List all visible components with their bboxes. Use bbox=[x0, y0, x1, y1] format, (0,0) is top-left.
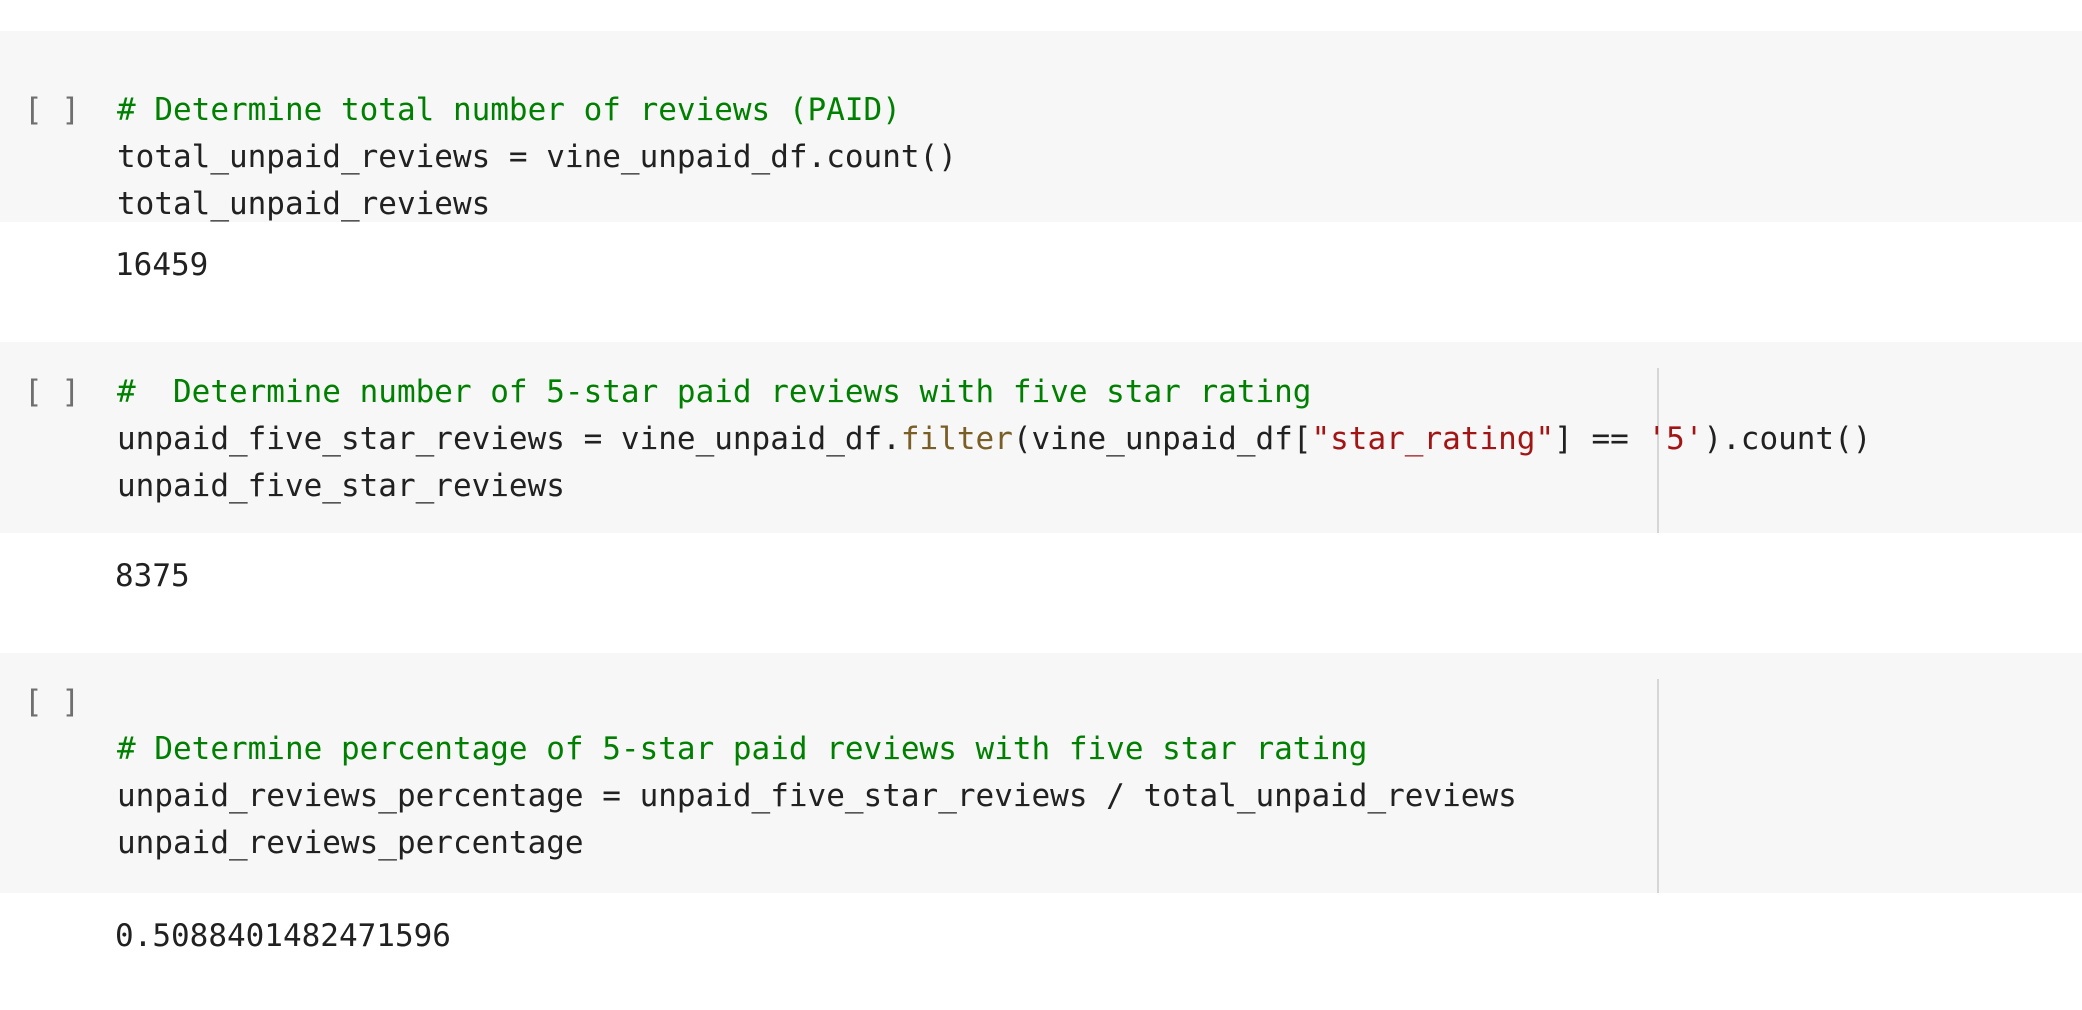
code-string-token: '5' bbox=[1647, 421, 1704, 457]
code-cell-1[interactable]: [ ] # Determine total number of reviews … bbox=[0, 31, 2082, 222]
code-token: (vine_unpaid_df[ bbox=[1012, 421, 1312, 457]
run-cell-button-3[interactable]: [ ] bbox=[24, 679, 80, 726]
cell-output-2: 8375 bbox=[115, 558, 190, 594]
code-line: unpaid_five_star_reviews bbox=[117, 468, 565, 504]
code-cell-3[interactable]: [ ] # Determine percentage of 5-star pai… bbox=[0, 653, 2082, 893]
cell-output-3: 0.5088401482471596 bbox=[115, 918, 451, 954]
code-token: unpaid_five_star_reviews = vine_unpaid_d… bbox=[117, 421, 901, 457]
code-comment: # Determine number of 5-star paid review… bbox=[117, 374, 1312, 410]
cell-output-1: 16459 bbox=[115, 247, 209, 283]
code-function-token: filter bbox=[900, 421, 1013, 457]
code-comment: # Determine total number of reviews (PAI… bbox=[117, 92, 901, 128]
code-line: unpaid_reviews_percentage bbox=[117, 825, 584, 861]
code-comment: # Determine percentage of 5-star paid re… bbox=[117, 731, 1368, 767]
code-line: unpaid_reviews_percentage = unpaid_five_… bbox=[117, 778, 1517, 814]
code-token: ).count() bbox=[1703, 421, 1872, 457]
column-ruler bbox=[1657, 679, 1659, 893]
code-cell-2[interactable]: [ ] # Determine number of 5-star paid re… bbox=[0, 342, 2082, 533]
code-line: total_unpaid_reviews = vine_unpaid_df.co… bbox=[117, 139, 957, 175]
code-editor-2[interactable]: # Determine number of 5-star paid review… bbox=[117, 369, 1871, 510]
run-cell-button-2[interactable]: [ ] bbox=[24, 369, 80, 416]
code-editor-1[interactable]: # Determine total number of reviews (PAI… bbox=[117, 87, 957, 228]
code-token: ] == bbox=[1554, 421, 1648, 457]
code-string-token: "star_rating" bbox=[1311, 421, 1555, 457]
code-editor-3[interactable]: # Determine percentage of 5-star paid re… bbox=[117, 679, 1517, 867]
code-line: total_unpaid_reviews bbox=[117, 186, 491, 222]
run-cell-button-1[interactable]: [ ] bbox=[24, 87, 80, 134]
